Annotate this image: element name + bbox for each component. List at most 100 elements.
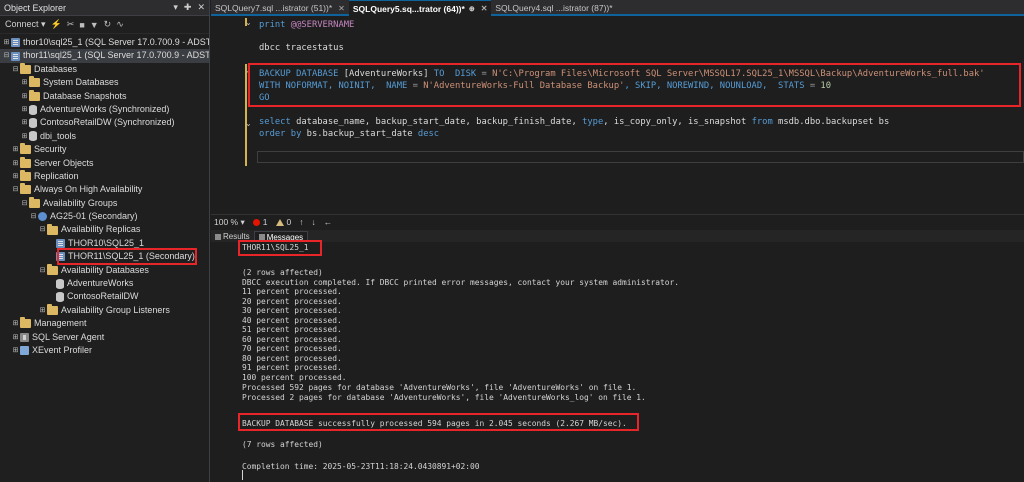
collapse-icon[interactable]: ⊟ [38,223,47,236]
collapse-icon[interactable]: ⊟ [11,183,20,196]
tree-node[interactable]: ⊞ XEvent Profiler [0,344,209,357]
expand-icon[interactable]: ⊞ [11,317,20,330]
expand-icon[interactable]: ⊞ [38,304,47,317]
tree-node[interactable]: ContosoRetailDW [0,290,209,303]
document-tabs: SQLQuery7.sql ...istrator (51))* ✕ SQLQuer… [211,0,1024,16]
zoom-dropdown[interactable]: 100 % ▾ [214,217,245,228]
tree-node[interactable]: ⊟ thor11\sql25_1 (SQL Server 17.0.700.9 -… [0,49,209,63]
tree-node-label: Databases [34,63,78,74]
navigate-back-icon[interactable]: ← [324,217,333,227]
tree-node-label: THOR11\SQL25_1 (Secondary) [68,251,195,262]
close-tab-icon[interactable]: ✕ [338,4,345,13]
fold-toggle-icon[interactable]: ⌄ [245,66,252,75]
tab-query-2[interactable]: SQLQuery4.sql ...istrator (87))* [491,0,616,16]
tree-node[interactable]: ⊞ Management [0,317,209,330]
pin-tab-icon[interactable]: ⊕ [469,5,475,13]
expand-icon[interactable]: ⊞ [11,344,20,357]
collapse-icon[interactable]: ⊟ [38,264,47,277]
plug-icon[interactable]: ⚡ [51,19,62,30]
object-explorer-header: Object Explorer ▾ ✚ ✕ [0,0,209,16]
tree-node[interactable]: ⊟ AG25-01 (Secondary) [0,210,209,223]
tree-node[interactable]: ⊟ Always On High Availability [0,183,209,196]
tree-node[interactable]: ⊞ dbi_tools [0,130,209,143]
messages-pane[interactable]: THOR11\SQL25_1 (2 rows affected) DBCC exec… [211,240,1024,482]
connect-button[interactable]: Connect ▾ [5,19,46,30]
fold-toggle-icon[interactable]: ⌄ [245,18,252,27]
tab-messages[interactable]: Messages [253,231,309,242]
expand-icon[interactable]: ⊞ [11,170,20,183]
activity-icon[interactable]: ∿ [116,19,124,30]
chevron-down-icon: ▾ [240,216,245,227]
tree-node[interactable]: ⊞ ContosoRetailDW (Synchronized) [0,116,209,129]
tree-node[interactable]: THOR11\SQL25_1 (Secondary) [0,250,209,263]
message-line: 60 percent processed. [242,334,342,344]
error-count[interactable]: 1 [252,217,268,227]
tree-node[interactable]: ⊟ Availability Groups [0,196,209,210]
code-line-select: select database_name, backup_start_date,… [259,117,890,127]
collapse-icon[interactable]: ⊟ [11,63,20,76]
tree-node[interactable]: ⊟ Databases [0,62,209,76]
tree-node[interactable]: ⊞ Security [0,143,209,156]
collapse-icon[interactable]: ⊟ [20,197,29,210]
query-editor[interactable]: ⌄ ⌄ ⌄ print @@SERVERNAME dbcc tracestatu… [211,18,1024,213]
message-line: 51 percent processed. [242,325,342,334]
refresh-icon[interactable]: ↻ [104,19,112,30]
close-tab-icon[interactable]: ✕ [481,4,488,13]
tree-node[interactable]: ⊞ SQL Server Agent [0,331,209,344]
tab-query-0[interactable]: SQLQuery7.sql ...istrator (51))* ✕ [211,0,349,16]
disconnect-icon[interactable]: ✂ [67,19,75,30]
tree-node[interactable]: ⊞ Availability Group Listeners [0,304,209,317]
expand-icon[interactable]: ⊞ [20,90,29,103]
tree-node[interactable]: ⊟ Availability Replicas [0,223,209,236]
folder-icon [20,170,31,182]
tree-node[interactable]: ⊞ Replication [0,170,209,183]
tree-node[interactable]: ⊞ Database Snapshots [0,89,209,103]
previous-issue-icon[interactable]: ↑ [299,217,303,227]
fold-toggle-icon[interactable]: ⌄ [245,119,252,128]
next-issue-icon[interactable]: ↓ [311,217,315,227]
folder-icon [29,196,40,208]
auto-hide-pin-icon[interactable]: ✚ [184,2,192,13]
tree-node[interactable]: AdventureWorks [0,277,209,290]
collapse-icon[interactable]: ⊟ [29,210,38,223]
tree-node-label: Availability Replicas [61,224,141,235]
expand-icon[interactable]: ⊞ [20,76,29,89]
tree-node[interactable]: ⊞ System Databases [0,76,209,89]
tree-node-label: Replication [34,170,79,181]
server-icon [11,38,20,48]
expand-icon[interactable]: ⊞ [11,143,20,156]
tab-label: SQLQuery4.sql ...istrator (87))* [495,3,613,13]
stop-icon[interactable]: ■ [79,20,84,30]
message-line: 100 percent processed. [242,372,347,382]
collapse-icon[interactable]: ⊟ [2,49,11,62]
tab-results[interactable]: Results [211,231,254,242]
expand-icon[interactable]: ⊞ [20,116,29,129]
window-position-icon[interactable]: ▾ [173,2,178,13]
expand-icon[interactable]: ⊞ [11,331,20,344]
close-panel-icon[interactable]: ✕ [197,2,205,13]
filter-icon[interactable]: ▼ [90,20,99,30]
tree-node-label: thor11\sql25_1 (SQL Server 17.0.700.9 - … [23,50,209,61]
message-line: BACKUP DATABASE successfully processed 5… [242,419,627,428]
tree-node-label: Security [34,144,67,155]
expand-icon[interactable]: ⊞ [20,130,29,143]
message-line: 80 percent processed. [242,353,342,363]
folder-icon [20,62,31,74]
tree-node-label: ContosoRetailDW (Synchronized) [40,117,175,128]
tree-node[interactable]: ⊞ Server Objects [0,156,209,170]
tab-query-1[interactable]: SQLQuery5.sq...trator (64))* ⊕ ✕ [348,0,492,16]
tree-node[interactable]: ⊟ Availability Databases [0,263,209,277]
expand-icon[interactable]: ⊞ [11,157,20,170]
warning-count[interactable]: 0 [275,217,291,227]
server-icon [56,239,65,249]
tree-node[interactable]: THOR10\SQL25_1 [0,237,209,250]
code-line-go: GO [259,93,270,103]
db-icon [56,292,64,303]
tree-node[interactable]: ⊞ thor10\sql25_1 (SQL Server 17.0.700.9 -… [0,36,209,49]
folder-icon [47,223,58,235]
object-explorer-title: Object Explorer [4,2,67,13]
tree-node[interactable]: ⊞ AdventureWorks (Synchronized) [0,103,209,116]
message-line: 91 percent processed. [242,363,342,372]
expand-icon[interactable]: ⊞ [20,103,29,116]
expand-icon[interactable]: ⊞ [2,36,11,49]
